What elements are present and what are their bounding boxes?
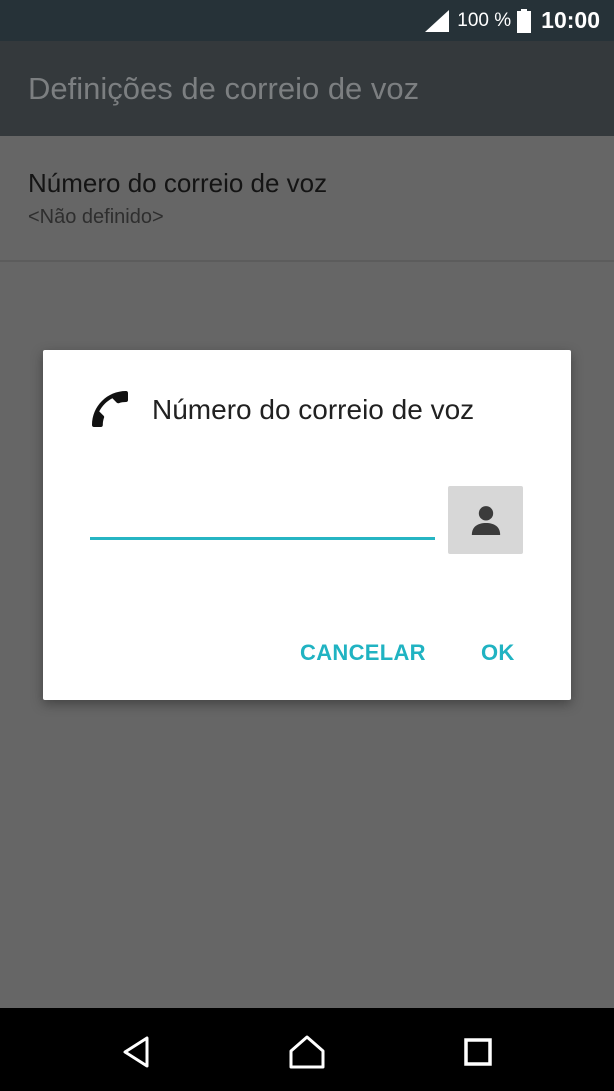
navigation-bar xyxy=(0,1008,614,1091)
app-bar: Definições de correio de voz xyxy=(0,41,614,136)
battery-percentage: 100 % xyxy=(457,9,512,31)
contact-person-icon xyxy=(471,506,500,535)
status-indicators: 100 % 10:00 xyxy=(425,0,600,41)
phone-icon xyxy=(92,391,128,427)
pick-contact-button[interactable] xyxy=(448,486,523,554)
battery-full-icon xyxy=(517,8,532,33)
dialog-title: Número do correio de voz xyxy=(152,394,475,425)
voicemail-number-input[interactable] xyxy=(90,500,435,540)
page-title: Definições de correio de voz xyxy=(28,71,420,106)
back-icon[interactable] xyxy=(117,1032,157,1072)
setting-title: Número do correio de voz xyxy=(28,168,328,198)
voicemail-number-dialog: Número do correio de voz CANCELAR OK xyxy=(43,350,571,700)
clock: 10:00 xyxy=(541,7,600,33)
signal-icon xyxy=(425,9,450,32)
status-bar: 100 % 10:00 xyxy=(0,0,614,41)
cancel-button[interactable]: CANCELAR xyxy=(300,640,426,666)
recents-icon[interactable] xyxy=(458,1032,498,1072)
home-icon[interactable] xyxy=(287,1032,327,1072)
setting-summary: <Não definido> xyxy=(28,206,164,228)
setting-item-voicemail-number[interactable]: Número do correio de voz <Não definido> xyxy=(0,136,614,262)
ok-button[interactable]: OK xyxy=(481,640,515,666)
